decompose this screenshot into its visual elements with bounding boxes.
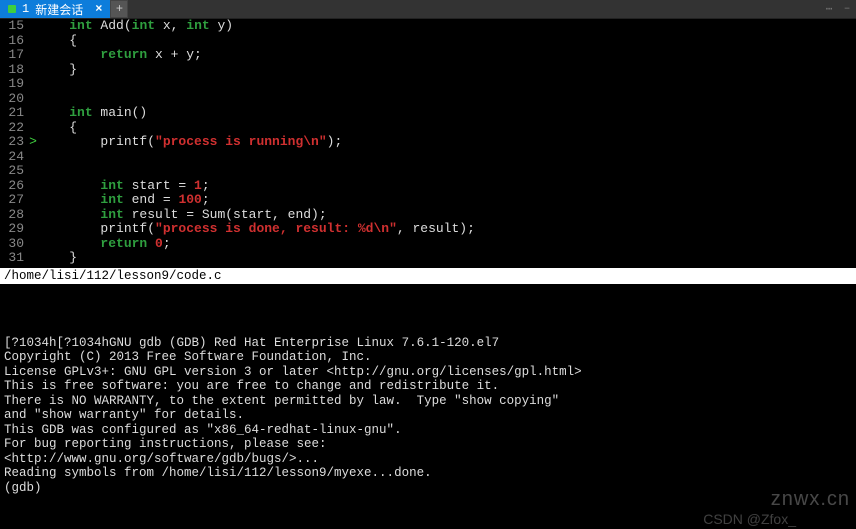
line-number: 21 xyxy=(0,106,28,121)
code-line[interactable]: 26 int start = 1; xyxy=(0,179,856,194)
titlebar: 1 新建会话 × + ⋯ ‒ xyxy=(0,0,856,19)
breakpoint-marker[interactable] xyxy=(28,121,38,136)
code-content: int end = 100; xyxy=(38,193,210,208)
window-minimize-icon[interactable]: ‒ xyxy=(838,0,856,18)
line-number: 25 xyxy=(0,164,28,179)
code-line[interactable]: 23> printf("process is running\n"); xyxy=(0,135,856,150)
tab-title: 新建会话 xyxy=(35,1,83,18)
breakpoint-marker[interactable] xyxy=(28,106,38,121)
code-line[interactable]: 17 return x + y; xyxy=(0,48,856,63)
titlebar-spacer xyxy=(128,0,820,18)
window-menu-icon[interactable]: ⋯ xyxy=(820,0,838,18)
line-number: 28 xyxy=(0,208,28,223)
line-number: 17 xyxy=(0,48,28,63)
watermark-znwx: znwx.cn xyxy=(771,488,850,511)
code-line[interactable]: 20 xyxy=(0,92,856,107)
terminal-output[interactable]: [?1034h[?1034hGNU gdb (GDB) Red Hat Ente… xyxy=(0,334,856,498)
code-content: int Add(int x, int y) xyxy=(38,19,233,34)
line-number: 26 xyxy=(0,179,28,194)
code-line[interactable]: 28 int result = Sum(start, end); xyxy=(0,208,856,223)
code-line[interactable]: 15 int Add(int x, int y) xyxy=(0,19,856,34)
code-content: { xyxy=(38,121,77,136)
line-number: 31 xyxy=(0,251,28,266)
tab-index: 1 xyxy=(22,2,29,16)
code-content: return x + y; xyxy=(38,48,202,63)
session-tab[interactable]: 1 新建会话 × xyxy=(0,0,110,18)
code-content: } xyxy=(38,251,77,266)
code-line[interactable]: 22 { xyxy=(0,121,856,136)
code-content: int main() xyxy=(38,106,147,121)
line-number: 30 xyxy=(0,237,28,252)
code-content: } xyxy=(38,63,77,78)
breakpoint-marker[interactable] xyxy=(28,193,38,208)
code-line[interactable]: 18 } xyxy=(0,63,856,78)
code-content: printf("process is done, result: %d\n", … xyxy=(38,222,475,237)
breakpoint-marker[interactable] xyxy=(28,34,38,49)
code-line[interactable]: 19 xyxy=(0,77,856,92)
breakpoint-marker[interactable] xyxy=(28,208,38,223)
line-number: 20 xyxy=(0,92,28,107)
line-number: 23 xyxy=(0,135,28,150)
line-number: 22 xyxy=(0,121,28,136)
status-dot-icon xyxy=(8,5,16,13)
line-number: 15 xyxy=(0,19,28,34)
code-editor[interactable]: 15 int Add(int x, int y)16 {17 return x … xyxy=(0,19,856,266)
breakpoint-marker[interactable] xyxy=(28,251,38,266)
code-line[interactable]: 27 int end = 100; xyxy=(0,193,856,208)
line-number: 29 xyxy=(0,222,28,237)
code-line[interactable]: 31 } xyxy=(0,251,856,266)
code-line[interactable]: 16 { xyxy=(0,34,856,49)
breakpoint-marker[interactable] xyxy=(28,222,38,237)
breakpoint-marker[interactable] xyxy=(28,92,38,107)
code-line[interactable]: 21 int main() xyxy=(0,106,856,121)
line-number: 18 xyxy=(0,63,28,78)
breakpoint-marker[interactable] xyxy=(28,237,38,252)
line-number: 27 xyxy=(0,193,28,208)
code-content: int result = Sum(start, end); xyxy=(38,208,327,223)
breakpoint-marker[interactable] xyxy=(28,48,38,63)
breakpoint-marker[interactable] xyxy=(28,150,38,165)
watermark-csdn: CSDN @Zfox_ xyxy=(703,511,796,527)
code-content: int start = 1; xyxy=(38,179,210,194)
breakpoint-marker[interactable] xyxy=(28,164,38,179)
code-line[interactable]: 25 xyxy=(0,164,856,179)
code-line[interactable]: 24 xyxy=(0,150,856,165)
code-content: printf("process is running\n"); xyxy=(38,135,342,150)
line-number: 19 xyxy=(0,77,28,92)
breakpoint-marker[interactable] xyxy=(28,19,38,34)
file-path-bar: /home/lisi/112/lesson9/code.c xyxy=(0,268,856,284)
breakpoint-marker[interactable] xyxy=(28,63,38,78)
breakpoint-marker[interactable] xyxy=(28,179,38,194)
code-line[interactable]: 30 return 0; xyxy=(0,237,856,252)
close-icon[interactable]: × xyxy=(95,2,102,16)
line-number: 16 xyxy=(0,34,28,49)
breakpoint-marker[interactable] xyxy=(28,77,38,92)
code-line[interactable]: 29 printf("process is done, result: %d\n… xyxy=(0,222,856,237)
new-tab-button[interactable]: + xyxy=(110,0,128,18)
breakpoint-marker[interactable]: > xyxy=(28,135,38,150)
code-content: { xyxy=(38,34,77,49)
code-content: return 0; xyxy=(38,237,171,252)
line-number: 24 xyxy=(0,150,28,165)
